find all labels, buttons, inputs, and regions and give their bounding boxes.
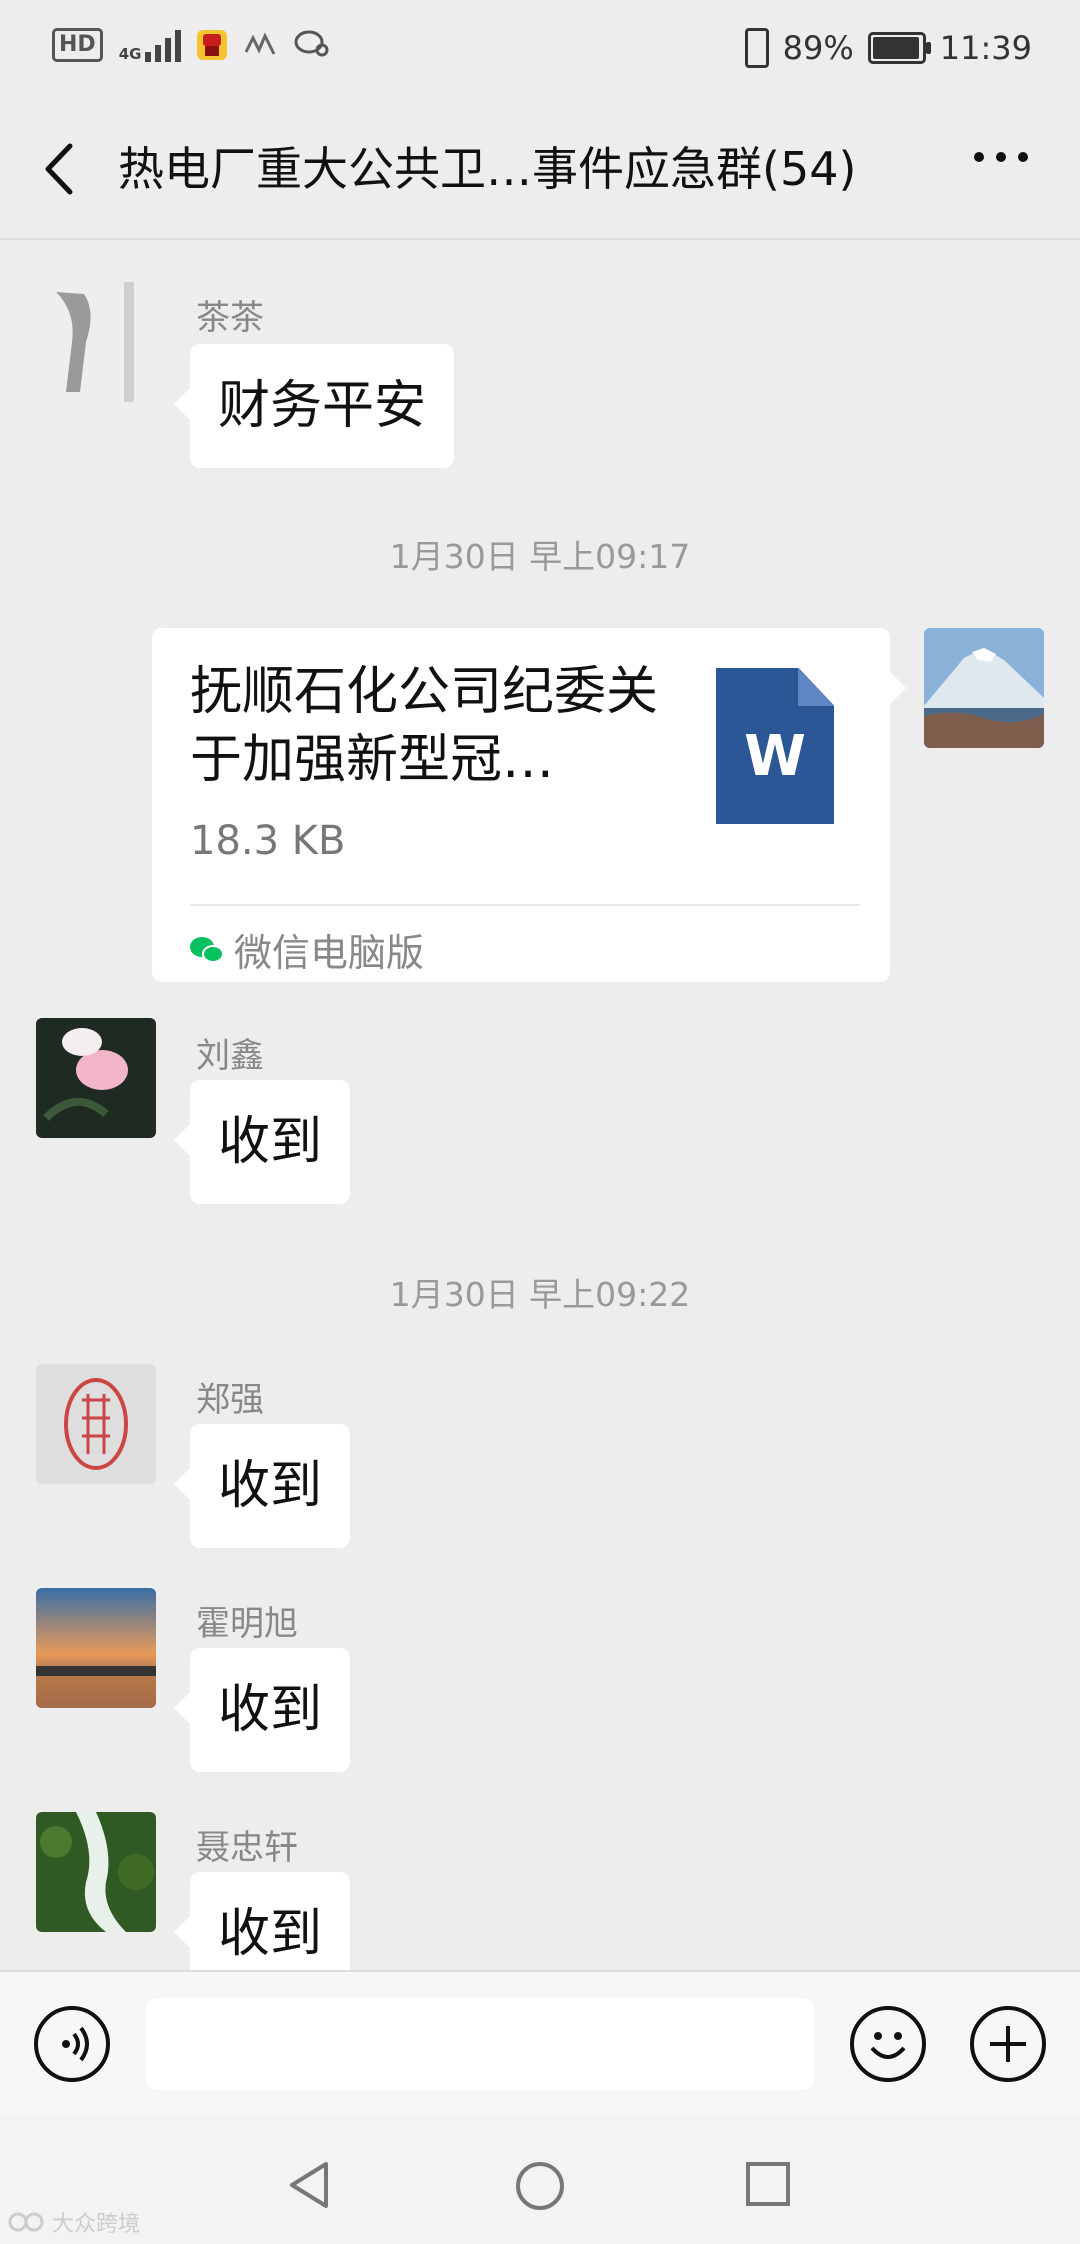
file-size: 18.3 KB <box>190 818 346 864</box>
my-avatar[interactable] <box>924 628 1044 748</box>
chat-header: 热电厂重大公共卫…事件应急群(54) <box>0 100 1080 240</box>
avatar[interactable] <box>36 1812 156 1932</box>
sender-name: 霍明旭 <box>196 1604 298 1644</box>
back-button[interactable] <box>36 142 86 196</box>
nav-back-button[interactable] <box>286 2160 332 2214</box>
system-nav-bar: 大众跨境 <box>0 2116 1080 2244</box>
nav-home-icon <box>516 2162 564 2210</box>
timestamp: 1月30日 早上09:17 <box>389 537 691 576</box>
status-bar: HD 4G 89% 11:39 <box>0 0 1080 96</box>
chat-title: 热电厂重大公共卫…事件应急群(54) <box>118 142 857 196</box>
vibrate-icon <box>744 28 769 68</box>
nav-back-icon <box>290 2162 328 2208</box>
watermark-text: 大众跨境 <box>52 2212 141 2237</box>
message-bubble[interactable]: 财务平安 <box>173 344 455 468</box>
network-type: 4G <box>118 45 142 63</box>
watermark-logo-icon <box>8 2212 44 2232</box>
battery-icon <box>867 32 931 64</box>
nav-recent-button[interactable] <box>744 2160 792 2212</box>
emoji-icon <box>870 2032 906 2059</box>
sender-name: 聂忠轩 <box>196 1828 298 1868</box>
emoji-button[interactable] <box>850 2006 926 2082</box>
word-document-icon: W <box>716 668 834 824</box>
voice-button[interactable] <box>34 2006 110 2082</box>
word-icon-letter: W <box>744 724 806 789</box>
file-source-label: 微信电脑版 <box>234 931 425 975</box>
timestamp: 1月30日 早上09:22 <box>389 1275 691 1314</box>
divider <box>190 904 860 906</box>
more-dots-icon <box>974 152 1028 162</box>
chevron-left-icon <box>45 143 73 195</box>
message-input[interactable] <box>146 1998 814 2090</box>
more-functions-button[interactable] <box>970 2006 1046 2082</box>
avatar[interactable] <box>36 1364 156 1484</box>
sender-name: 茶茶 <box>196 298 264 338</box>
file-source: 微信电脑版 <box>188 922 424 977</box>
wechat-icon <box>190 936 224 963</box>
avatar[interactable] <box>36 1588 156 1708</box>
file-title: 抚顺石化公司纪委关于加强新型冠… <box>190 662 659 790</box>
hd-indicator: HD <box>52 28 103 62</box>
avatar[interactable] <box>36 282 156 402</box>
app-notification-icon <box>197 30 228 60</box>
sender-name: 刘鑫 <box>196 1036 264 1076</box>
message-bubble[interactable]: 收到 <box>173 1648 351 1772</box>
study-app-icon <box>243 30 277 60</box>
input-bar <box>0 1970 1080 2118</box>
battery-percent: 89% <box>782 29 854 67</box>
nav-recent-icon <box>746 2162 790 2206</box>
watermark: 大众跨境 <box>8 2206 140 2238</box>
voice-icon <box>62 2026 89 2062</box>
message-bubble[interactable]: 收到 <box>173 1424 351 1548</box>
avatar[interactable] <box>36 1018 156 1138</box>
more-button[interactable] <box>974 152 1028 162</box>
nav-home-button[interactable] <box>514 2160 566 2216</box>
sender-name: 郑强 <box>196 1380 264 1420</box>
chat-notification-icon <box>293 28 329 62</box>
file-message[interactable]: 抚顺石化公司纪委关于加强新型冠… 18.3 KB W 微信电脑版 <box>152 628 906 982</box>
signal-icon: 4G <box>119 28 182 62</box>
clock: 11:39 <box>939 29 1032 67</box>
plus-icon <box>990 2026 1026 2062</box>
message-bubble[interactable]: 收到 <box>173 1080 351 1204</box>
